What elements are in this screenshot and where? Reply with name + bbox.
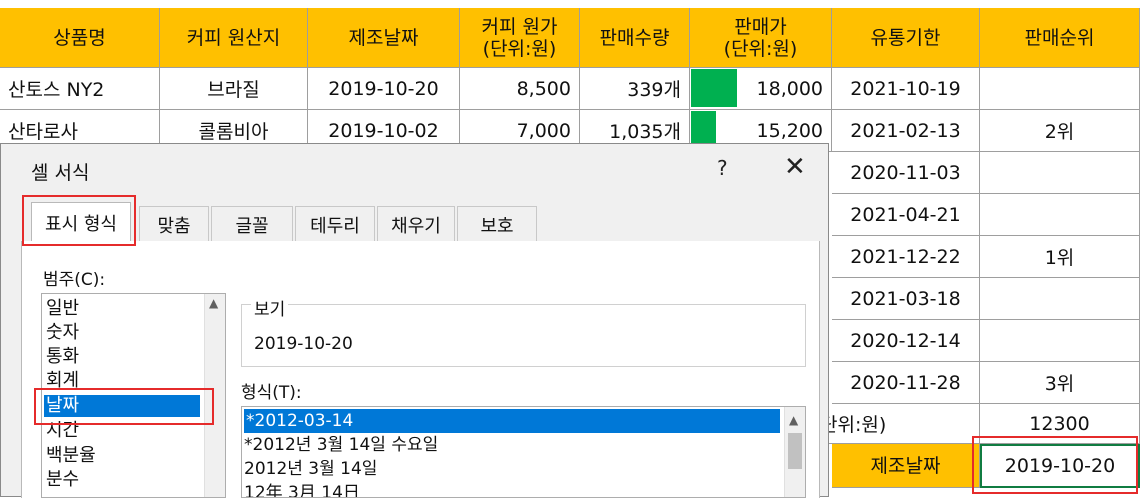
cell-unit-label[interactable]: 단위:원)	[818, 404, 980, 444]
cell-selected-date[interactable]: 2019-10-20	[980, 444, 1140, 488]
header-sales-qty[interactable]: 판매수량	[580, 8, 690, 68]
cell-expiry[interactable]: 2021-04-21	[832, 194, 980, 236]
category-item[interactable]: 숫자	[46, 322, 79, 344]
cell-rank[interactable]	[980, 68, 1140, 110]
cell-price-value: 18,000	[756, 77, 823, 100]
scroll-thumb[interactable]	[788, 433, 802, 469]
cell-rank[interactable]: 2위	[980, 110, 1140, 152]
format-item[interactable]: 2012년 3월 14일	[244, 457, 377, 481]
format-cells-dialog: 셀 서식 ? ✕ 표시 형식 맞춤 글꼴 테두리 채우기 보호 범주(C): 일…	[0, 143, 829, 498]
header-expiry-date[interactable]: 유통기한	[832, 8, 980, 68]
cell-expiry[interactable]: 2020-11-28	[832, 362, 980, 404]
cell-price-value: 15,200	[756, 119, 823, 142]
category-item[interactable]: 통화	[46, 346, 79, 368]
header-manufacture-date[interactable]: 제조날짜	[308, 8, 460, 68]
header-sale-price[interactable]: 판매가 (단위:원)	[690, 8, 832, 68]
tab-alignment[interactable]: 맞춤	[139, 206, 209, 242]
cell-qty[interactable]: 339개	[580, 68, 690, 110]
header-product-name[interactable]: 상품명	[0, 8, 160, 68]
preview-label: 보기	[251, 295, 289, 320]
cell-rank[interactable]: 1위	[980, 236, 1140, 278]
category-item[interactable]: 백분율	[46, 445, 96, 467]
category-item[interactable]: 시간	[46, 420, 79, 442]
format-item[interactable]: 12年 3月 14日	[244, 481, 360, 497]
cell-date[interactable]: 2019-10-20	[308, 68, 460, 110]
format-type-label: 형식(T):	[241, 383, 302, 403]
cell-expiry[interactable]: 2021-10-19	[832, 68, 980, 110]
cell-expiry[interactable]: 2020-11-03	[832, 152, 980, 194]
category-list[interactable]: 일반 숫자 통화 회계 날짜 시간 백분율 분수 ▲	[41, 293, 226, 498]
header-coffee-cost-line1: 커피 원가	[481, 15, 558, 38]
format-item[interactable]: *2012년 3월 14일 수요일	[244, 433, 438, 457]
scroll-up-arrow-icon[interactable]: ▲	[789, 413, 798, 427]
tab-fill[interactable]: 채우기	[377, 206, 455, 242]
tab-font[interactable]: 글꼴	[211, 206, 293, 242]
header-coffee-cost-line2: (단위:원)	[482, 37, 557, 60]
category-item[interactable]: 회계	[46, 370, 79, 392]
header-sale-price-line1: 판매가	[734, 15, 787, 38]
header-coffee-cost[interactable]: 커피 원가 (단위:원)	[460, 8, 580, 68]
category-item-selected[interactable]: 날짜	[44, 395, 200, 417]
help-button[interactable]: ?	[717, 156, 728, 180]
format-item-selected[interactable]: *2012-03-14	[244, 409, 780, 433]
tab-number-format[interactable]: 표시 형식	[31, 202, 131, 242]
cell-rank[interactable]	[980, 320, 1140, 362]
cell-rank[interactable]: 3위	[980, 362, 1140, 404]
category-item[interactable]: 분수	[46, 469, 79, 491]
cell-cost[interactable]: 8,500	[460, 68, 580, 110]
cell-origin[interactable]: 브라질	[160, 68, 308, 110]
cell-rank[interactable]	[980, 278, 1140, 320]
cell-expiry[interactable]: 2021-02-13	[832, 110, 980, 152]
header-sale-price-line2: (단위:원)	[723, 37, 798, 60]
category-label: 범주(C):	[43, 270, 106, 290]
category-item[interactable]: 일반	[46, 298, 79, 320]
cell-price[interactable]: 18,000	[690, 68, 832, 110]
preview-value: 2019-10-20	[254, 334, 353, 354]
tab-border[interactable]: 테두리	[295, 206, 375, 242]
cell-rank[interactable]	[980, 194, 1140, 236]
cell-product-name[interactable]: 산토스 NY2	[0, 68, 160, 110]
cell-expiry[interactable]: 2020-12-14	[832, 320, 980, 362]
scroll-up-arrow-icon[interactable]: ▲	[209, 296, 218, 310]
header-sales-rank[interactable]: 판매순위	[980, 8, 1140, 68]
dialog-title: 셀 서식	[31, 162, 90, 184]
category-scrollbar[interactable]: ▲	[204, 294, 225, 497]
close-button[interactable]: ✕	[784, 152, 806, 182]
header-coffee-origin[interactable]: 커피 원산지	[160, 8, 308, 68]
format-type-list[interactable]: *2012-03-14 *2012년 3월 14일 수요일 2012년 3월 1…	[241, 406, 806, 498]
cell-lookup-price[interactable]: 12300	[980, 404, 1140, 444]
price-databar	[691, 69, 737, 107]
tab-protection[interactable]: 보호	[457, 206, 537, 242]
cell-date-label[interactable]: 제조날짜	[832, 444, 980, 488]
format-scrollbar[interactable]: ▲	[784, 407, 805, 497]
cell-expiry[interactable]: 2021-03-18	[832, 278, 980, 320]
cell-expiry[interactable]: 2021-12-22	[832, 236, 980, 278]
cell-rank[interactable]	[980, 152, 1140, 194]
